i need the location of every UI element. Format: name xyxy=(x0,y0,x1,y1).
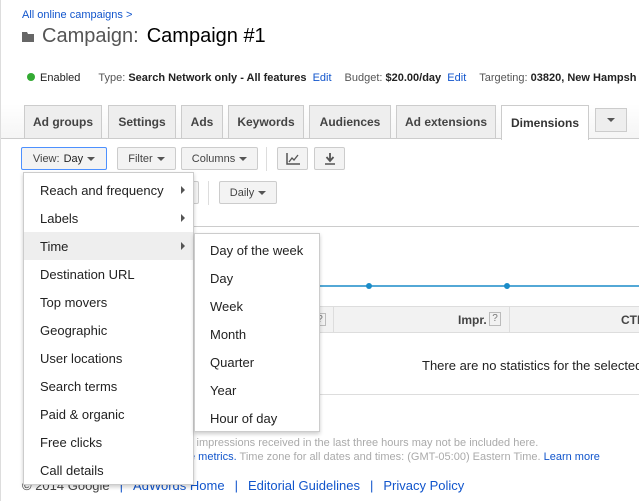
view-menu: Reach and frequency Labels Time Destinat… xyxy=(23,172,194,485)
menu-item-call-details[interactable]: Call details xyxy=(24,456,193,484)
help-icon[interactable]: ? xyxy=(489,312,501,326)
tab-bar: Ad groups Settings Ads Keywords Audience… xyxy=(1,104,639,140)
menu-item-time[interactable]: Time xyxy=(24,232,193,260)
tab-ad-groups[interactable]: Ad groups xyxy=(24,105,102,138)
menu-item-destination-url[interactable]: Destination URL xyxy=(24,260,193,288)
type-label: Type: xyxy=(98,72,126,84)
folder-icon xyxy=(22,31,34,42)
tab-settings[interactable]: Settings xyxy=(108,105,176,138)
chevron-right-icon xyxy=(181,214,185,222)
divider xyxy=(208,181,209,205)
menu-item-search-terms[interactable]: Search terms xyxy=(24,372,193,400)
tab-keywords[interactable]: Keywords xyxy=(228,105,304,138)
tab-audiences[interactable]: Audiences xyxy=(309,105,391,138)
chevron-right-icon xyxy=(181,242,185,250)
submenu-item-quarter[interactable]: Quarter xyxy=(195,348,319,376)
campaign-name: Campaign #1 xyxy=(146,25,266,47)
column-ctr[interactable]: CTR xyxy=(621,313,639,327)
chart-point xyxy=(366,283,372,289)
edit-type-link[interactable]: Edit xyxy=(313,72,332,84)
divider xyxy=(509,307,510,332)
breadcrumb[interactable]: All online campaigns > xyxy=(22,9,132,21)
page-title: Campaign: Campaign #1 xyxy=(22,25,266,48)
edit-budget-link[interactable]: Edit xyxy=(447,72,466,84)
chevron-down-icon xyxy=(258,190,267,195)
menu-item-paid-organic[interactable]: Paid & organic xyxy=(24,400,193,428)
chart-point xyxy=(504,283,510,289)
more-tabs-button[interactable] xyxy=(595,108,627,132)
metrics-link[interactable]: e metrics. xyxy=(189,451,237,463)
budget-label: Budget: xyxy=(344,72,383,84)
download-icon xyxy=(324,152,335,165)
tab-ads[interactable]: Ads xyxy=(181,105,223,138)
chevron-down-icon xyxy=(156,156,165,161)
menu-item-labels[interactable]: Labels xyxy=(24,204,193,232)
chevron-down-icon xyxy=(239,156,248,161)
view-dropdown[interactable]: View: Day xyxy=(21,147,107,170)
timezone-note: e metrics. Time zone for all dates and t… xyxy=(189,451,600,463)
menu-item-free-clicks[interactable]: Free clicks xyxy=(24,428,193,456)
time-submenu: Day of the week Day Week Month Quarter Y… xyxy=(194,233,320,432)
divider xyxy=(333,307,334,332)
download-button[interactable] xyxy=(314,147,345,170)
submenu-item-year[interactable]: Year xyxy=(195,376,319,404)
submenu-item-day[interactable]: Day xyxy=(195,264,319,292)
status-bar: Enabled Type: Search Network only - All … xyxy=(27,72,636,84)
empty-message: There are no statistics for the selected xyxy=(422,358,639,373)
status-enabled: Enabled xyxy=(27,72,80,84)
targeting-label: Targeting: xyxy=(479,72,528,84)
submenu-item-day-of-week[interactable]: Day of the week xyxy=(195,236,319,264)
divider xyxy=(266,147,267,171)
status-dot-icon xyxy=(27,73,35,81)
editorial-guidelines-link[interactable]: Editorial Guidelines xyxy=(248,478,360,493)
menu-item-user-locations[interactable]: User locations xyxy=(24,344,193,372)
chevron-right-icon xyxy=(181,186,185,194)
targeting-value: 03820, New Hampsh xyxy=(530,72,637,84)
tab-ad-extensions[interactable]: Ad extensions xyxy=(396,105,496,138)
menu-item-top-movers[interactable]: Top movers xyxy=(24,288,193,316)
data-delay-note: l impressions received in the last three… xyxy=(191,437,539,449)
daily-dropdown[interactable]: Daily xyxy=(219,181,277,204)
columns-dropdown[interactable]: Columns xyxy=(181,147,258,170)
menu-item-geographic[interactable]: Geographic xyxy=(24,316,193,344)
column-impr[interactable]: Impr. xyxy=(458,313,487,327)
chevron-down-icon xyxy=(87,156,96,161)
filter-dropdown[interactable]: Filter xyxy=(117,147,176,170)
tab-dimensions[interactable]: Dimensions xyxy=(501,105,589,140)
chart-top-border xyxy=(191,226,639,227)
learn-more-link[interactable]: Learn more xyxy=(544,451,600,463)
submenu-item-hour-of-day[interactable]: Hour of day xyxy=(195,404,319,432)
chevron-down-icon xyxy=(607,118,615,122)
menu-item-reach-and-frequency[interactable]: Reach and frequency xyxy=(24,176,193,204)
chart-toggle-button[interactable] xyxy=(277,147,308,170)
type-value: Search Network only - All features xyxy=(128,72,307,84)
submenu-item-month[interactable]: Month xyxy=(195,320,319,348)
budget-value: $20.00/day xyxy=(385,72,442,84)
submenu-item-week[interactable]: Week xyxy=(195,292,319,320)
privacy-policy-link[interactable]: Privacy Policy xyxy=(383,478,464,493)
chart-icon xyxy=(285,152,300,165)
title-label: Campaign: xyxy=(42,25,139,47)
